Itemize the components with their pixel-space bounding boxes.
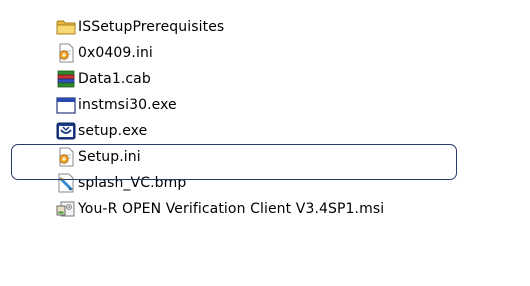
ini-settings-icon bbox=[56, 147, 76, 167]
setup-exe-icon bbox=[56, 121, 76, 141]
file-name: instmsi30.exe bbox=[78, 97, 177, 113]
file-name: ISSetupPrerequisites bbox=[78, 19, 225, 35]
file-item-msi-installer[interactable]: You-R OPEN Verification Client V3.4SP1.m… bbox=[56, 196, 384, 222]
ini-settings-icon bbox=[56, 43, 76, 63]
file-name: 0x0409.ini bbox=[78, 45, 153, 61]
cab-archive-icon bbox=[56, 69, 76, 89]
file-item-instmsi30-exe[interactable]: instmsi30.exe bbox=[56, 92, 384, 118]
file-name: Setup.ini bbox=[78, 149, 141, 165]
file-list: ISSetupPrerequisites 0x0409.ini Data1.ca… bbox=[56, 14, 384, 222]
exe-window-icon bbox=[56, 95, 76, 115]
file-name: setup.exe bbox=[78, 123, 148, 139]
file-item-data1-cab[interactable]: Data1.cab bbox=[56, 66, 384, 92]
file-item-0x0409-ini[interactable]: 0x0409.ini bbox=[56, 40, 384, 66]
folder-icon bbox=[56, 17, 76, 37]
bitmap-image-icon bbox=[56, 173, 76, 193]
file-item-issetupprerequisites[interactable]: ISSetupPrerequisites bbox=[56, 14, 384, 40]
file-item-setup-ini[interactable]: Setup.ini bbox=[56, 144, 384, 170]
file-name: splash_VC.bmp bbox=[78, 175, 187, 191]
msi-installer-icon bbox=[56, 199, 76, 219]
file-name: You-R OPEN Verification Client V3.4SP1.m… bbox=[78, 201, 385, 217]
file-name: Data1.cab bbox=[78, 71, 151, 87]
file-item-setup-exe[interactable]: setup.exe bbox=[56, 118, 384, 144]
file-item-splash-vc-bmp[interactable]: splash_VC.bmp bbox=[56, 170, 384, 196]
